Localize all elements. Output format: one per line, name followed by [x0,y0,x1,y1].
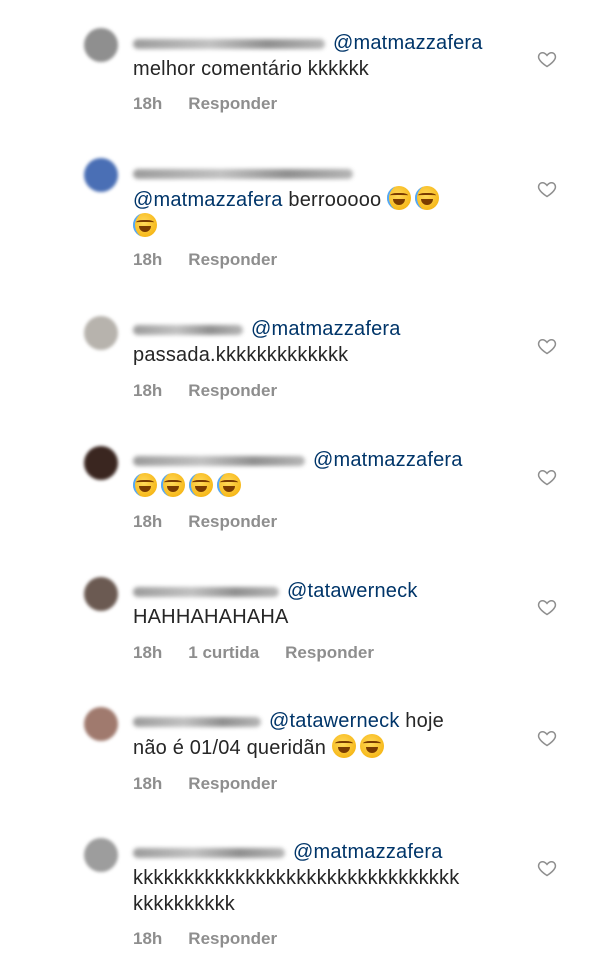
mention-link[interactable]: @tatawerneck [269,710,400,732]
reply-button[interactable]: Responder [188,774,277,793]
rofl-emoji-icon [359,734,384,758]
comment-time: 18h [133,512,163,531]
reply-button[interactable]: Responder [285,643,374,662]
mention-link[interactable]: @matmazzafera [293,841,443,863]
likes-count[interactable]: 1 curtida [188,643,259,662]
laughing-emoji-icon [415,186,440,210]
reply-button[interactable]: Responder [188,94,277,113]
heart-icon[interactable] [537,728,557,748]
mention-link[interactable]: @matmazzafera [251,318,401,340]
comment-time: 18h [133,774,163,793]
blurred-username[interactable] [133,847,285,858]
blurred-username[interactable] [133,168,353,179]
comment-time: 18h [133,94,163,113]
reply-button[interactable]: Responder [188,512,277,531]
comment-text: HAHHAHAHAHA [133,606,289,628]
comment-text: melhor comentário kkkkkk [133,58,369,80]
comment-text: berrooooo [282,189,382,211]
mention-link[interactable]: @matmazzafera [333,32,483,54]
heart-icon[interactable] [537,49,557,69]
comment-text: kkkkkkkkkkkkkkkkkkkkkkkkkkkkkkkk [133,867,460,889]
reply-button[interactable]: Responder [188,381,277,400]
heart-icon[interactable] [537,336,557,356]
avatar[interactable] [84,838,118,872]
blurred-username[interactable] [133,455,305,466]
comment-time: 18h [133,381,163,400]
comment-text-inline: hoje [399,710,444,732]
mention-link[interactable]: @matmazzafera [313,449,463,471]
blurred-username[interactable] [133,586,279,597]
avatar[interactable] [84,577,118,611]
mention-link[interactable]: @matmazzafera [133,189,283,211]
heart-icon[interactable] [537,467,557,487]
avatar[interactable] [84,707,118,741]
rofl-emoji-icon [331,734,356,758]
avatar[interactable] [84,446,118,480]
comment-time: 18h [133,929,163,948]
comment-time: 18h [133,643,163,662]
laughing-emoji-icon [133,213,157,237]
laughing-emoji-icon [387,186,412,210]
heart-icon[interactable] [537,179,557,199]
reply-button[interactable]: Responder [188,250,277,269]
comment-text: passada.kkkkkkkkkkkkk [133,344,349,366]
avatar[interactable] [84,316,118,350]
blurred-username[interactable] [133,716,261,727]
avatar[interactable] [84,158,118,192]
blurred-username[interactable] [133,38,325,49]
blurred-username[interactable] [133,324,243,335]
laughing-emoji-icon [133,473,157,497]
heart-icon[interactable] [537,858,557,878]
reply-button[interactable]: Responder [188,929,277,948]
comment-text: não é 01/04 queridãn [133,737,327,759]
mention-link[interactable]: @tatawerneck [287,580,418,602]
laughing-emoji-icon [161,473,185,497]
laughing-emoji-icon [217,473,241,497]
comment-time: 18h [133,250,163,269]
avatar[interactable] [84,28,118,62]
laughing-emoji-icon [189,473,213,497]
comment-text-continued: kkkkkkkkkk [133,893,235,915]
heart-icon[interactable] [537,597,557,617]
